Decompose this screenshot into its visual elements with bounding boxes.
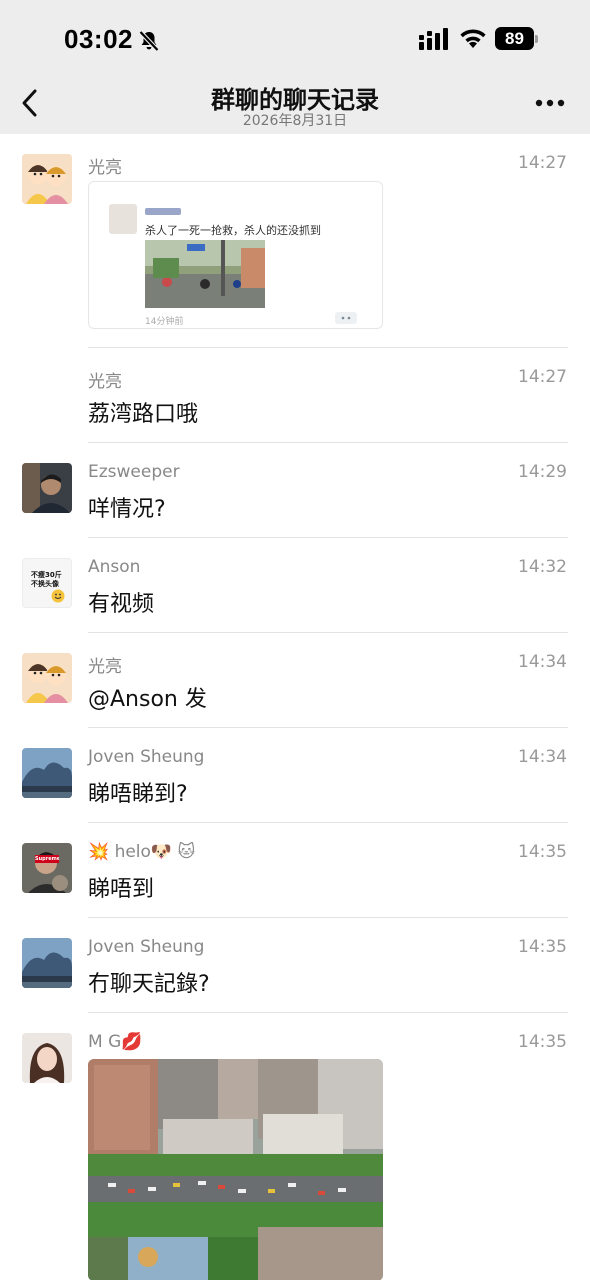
sender-name: 光亮	[88, 372, 122, 392]
chat-message: 光亮 14:34 @Anson 发	[0, 633, 590, 728]
sender-name: 光亮	[88, 158, 122, 178]
card-time-meta: 14分钟前	[145, 317, 184, 327]
avatar[interactable]	[22, 938, 72, 988]
avatar[interactable]	[22, 653, 72, 703]
card-thumbnail-blur	[109, 204, 137, 234]
avatar[interactable]	[22, 748, 72, 798]
chat-message: 光亮 14:27 荔湾路口哦	[0, 348, 590, 443]
street-photo-thumbnail	[145, 240, 265, 308]
wifi-icon	[460, 29, 486, 48]
card-more-icon	[335, 312, 357, 324]
chat-message: M G💋 14:35	[0, 1013, 590, 1280]
message-time: 14:32	[518, 557, 567, 577]
sender-name: Ezsweeper	[88, 462, 180, 482]
more-options-icon[interactable]	[534, 98, 566, 108]
cartoon-couple-avatar-icon	[22, 154, 72, 204]
message-time: 14:34	[518, 652, 567, 672]
top-bar: 03:02 89 群聊的聊天记录 2026年8月31日	[0, 0, 590, 134]
avatar-text-line: 不换头像	[31, 580, 59, 588]
battery-nub	[535, 35, 538, 43]
chat-message: Ezsweeper 14:29 咩情况?	[0, 443, 590, 538]
forwarded-link-card[interactable]: 杀人了一死一抢救，杀人的还没抓到 14分钟前	[88, 181, 383, 329]
message-time: 14:35	[518, 842, 567, 862]
avatar[interactable]	[22, 1033, 72, 1083]
message-text[interactable]: 荔湾路口哦	[88, 396, 198, 428]
city-aerial-photo	[88, 1059, 383, 1280]
sender-name: 光亮	[88, 657, 122, 677]
battery-level: 89	[495, 27, 534, 50]
message-time: 14:27	[518, 367, 567, 387]
message-time: 14:34	[518, 747, 567, 767]
sky-clouds-avatar-icon	[22, 748, 72, 798]
sky-clouds-avatar-icon	[22, 938, 72, 988]
chat-message: Supreme 💥 helo🐶 🐱 14:35 睇唔到	[0, 823, 590, 918]
message-time: 14:27	[518, 153, 567, 173]
sender-name: Joven Sheung	[88, 937, 205, 957]
avatar[interactable]	[22, 463, 72, 513]
page-subtitle-date: 2026年8月31日	[242, 113, 348, 129]
message-time: 14:29	[518, 462, 567, 482]
cartoon-couple-avatar-icon	[22, 653, 72, 703]
sender-name: 💥 helo🐶 🐱	[88, 842, 196, 862]
sender-name: Joven Sheung	[88, 747, 205, 767]
cellular-signal-icon	[419, 28, 448, 50]
card-blurred-name	[145, 208, 181, 215]
woman-portrait-avatar-icon	[22, 1033, 72, 1083]
smiley-emoji-icon	[51, 589, 65, 603]
person-with-cat-avatar-icon	[22, 843, 72, 893]
avatar-supreme-label: Supreme	[35, 855, 59, 863]
sender-name: Anson	[88, 557, 141, 577]
avatar[interactable]	[22, 154, 72, 204]
status-time: 03:02	[64, 24, 133, 54]
muted-bell-icon	[138, 30, 160, 52]
chat-message: 光亮 14:27 杀人了一死一抢救，杀人的还没抓到 14分钟前	[0, 134, 590, 348]
avatar-text-line: 不瘦30斤	[31, 571, 62, 579]
avatar[interactable]: Supreme	[22, 843, 72, 893]
message-text[interactable]: 有视频	[88, 586, 154, 618]
person-photo-avatar-icon	[22, 463, 72, 513]
message-time: 14:35	[518, 1032, 567, 1052]
avatar[interactable]: 不瘦30斤 不换头像	[22, 558, 72, 608]
chat-message: Joven Sheung 14:35 冇聊天記錄?	[0, 918, 590, 1013]
message-text[interactable]: 冇聊天記錄?	[88, 966, 210, 998]
card-title: 杀人了一死一抢救，杀人的还没抓到	[145, 224, 321, 237]
chat-message: Joven Sheung 14:34 睇唔睇到?	[0, 728, 590, 823]
sender-name: M G💋	[88, 1032, 143, 1052]
message-text[interactable]: @Anson 发	[88, 681, 207, 713]
message-time: 14:35	[518, 937, 567, 957]
message-text[interactable]: 睇唔睇到?	[88, 776, 188, 808]
battery-indicator: 89	[495, 27, 539, 50]
message-text[interactable]: 咩情况?	[88, 491, 166, 523]
shared-photo[interactable]	[88, 1059, 383, 1280]
message-text[interactable]: 睇唔到	[88, 871, 154, 903]
chat-message: 不瘦30斤 不换头像 Anson 14:32 有视频	[0, 538, 590, 633]
